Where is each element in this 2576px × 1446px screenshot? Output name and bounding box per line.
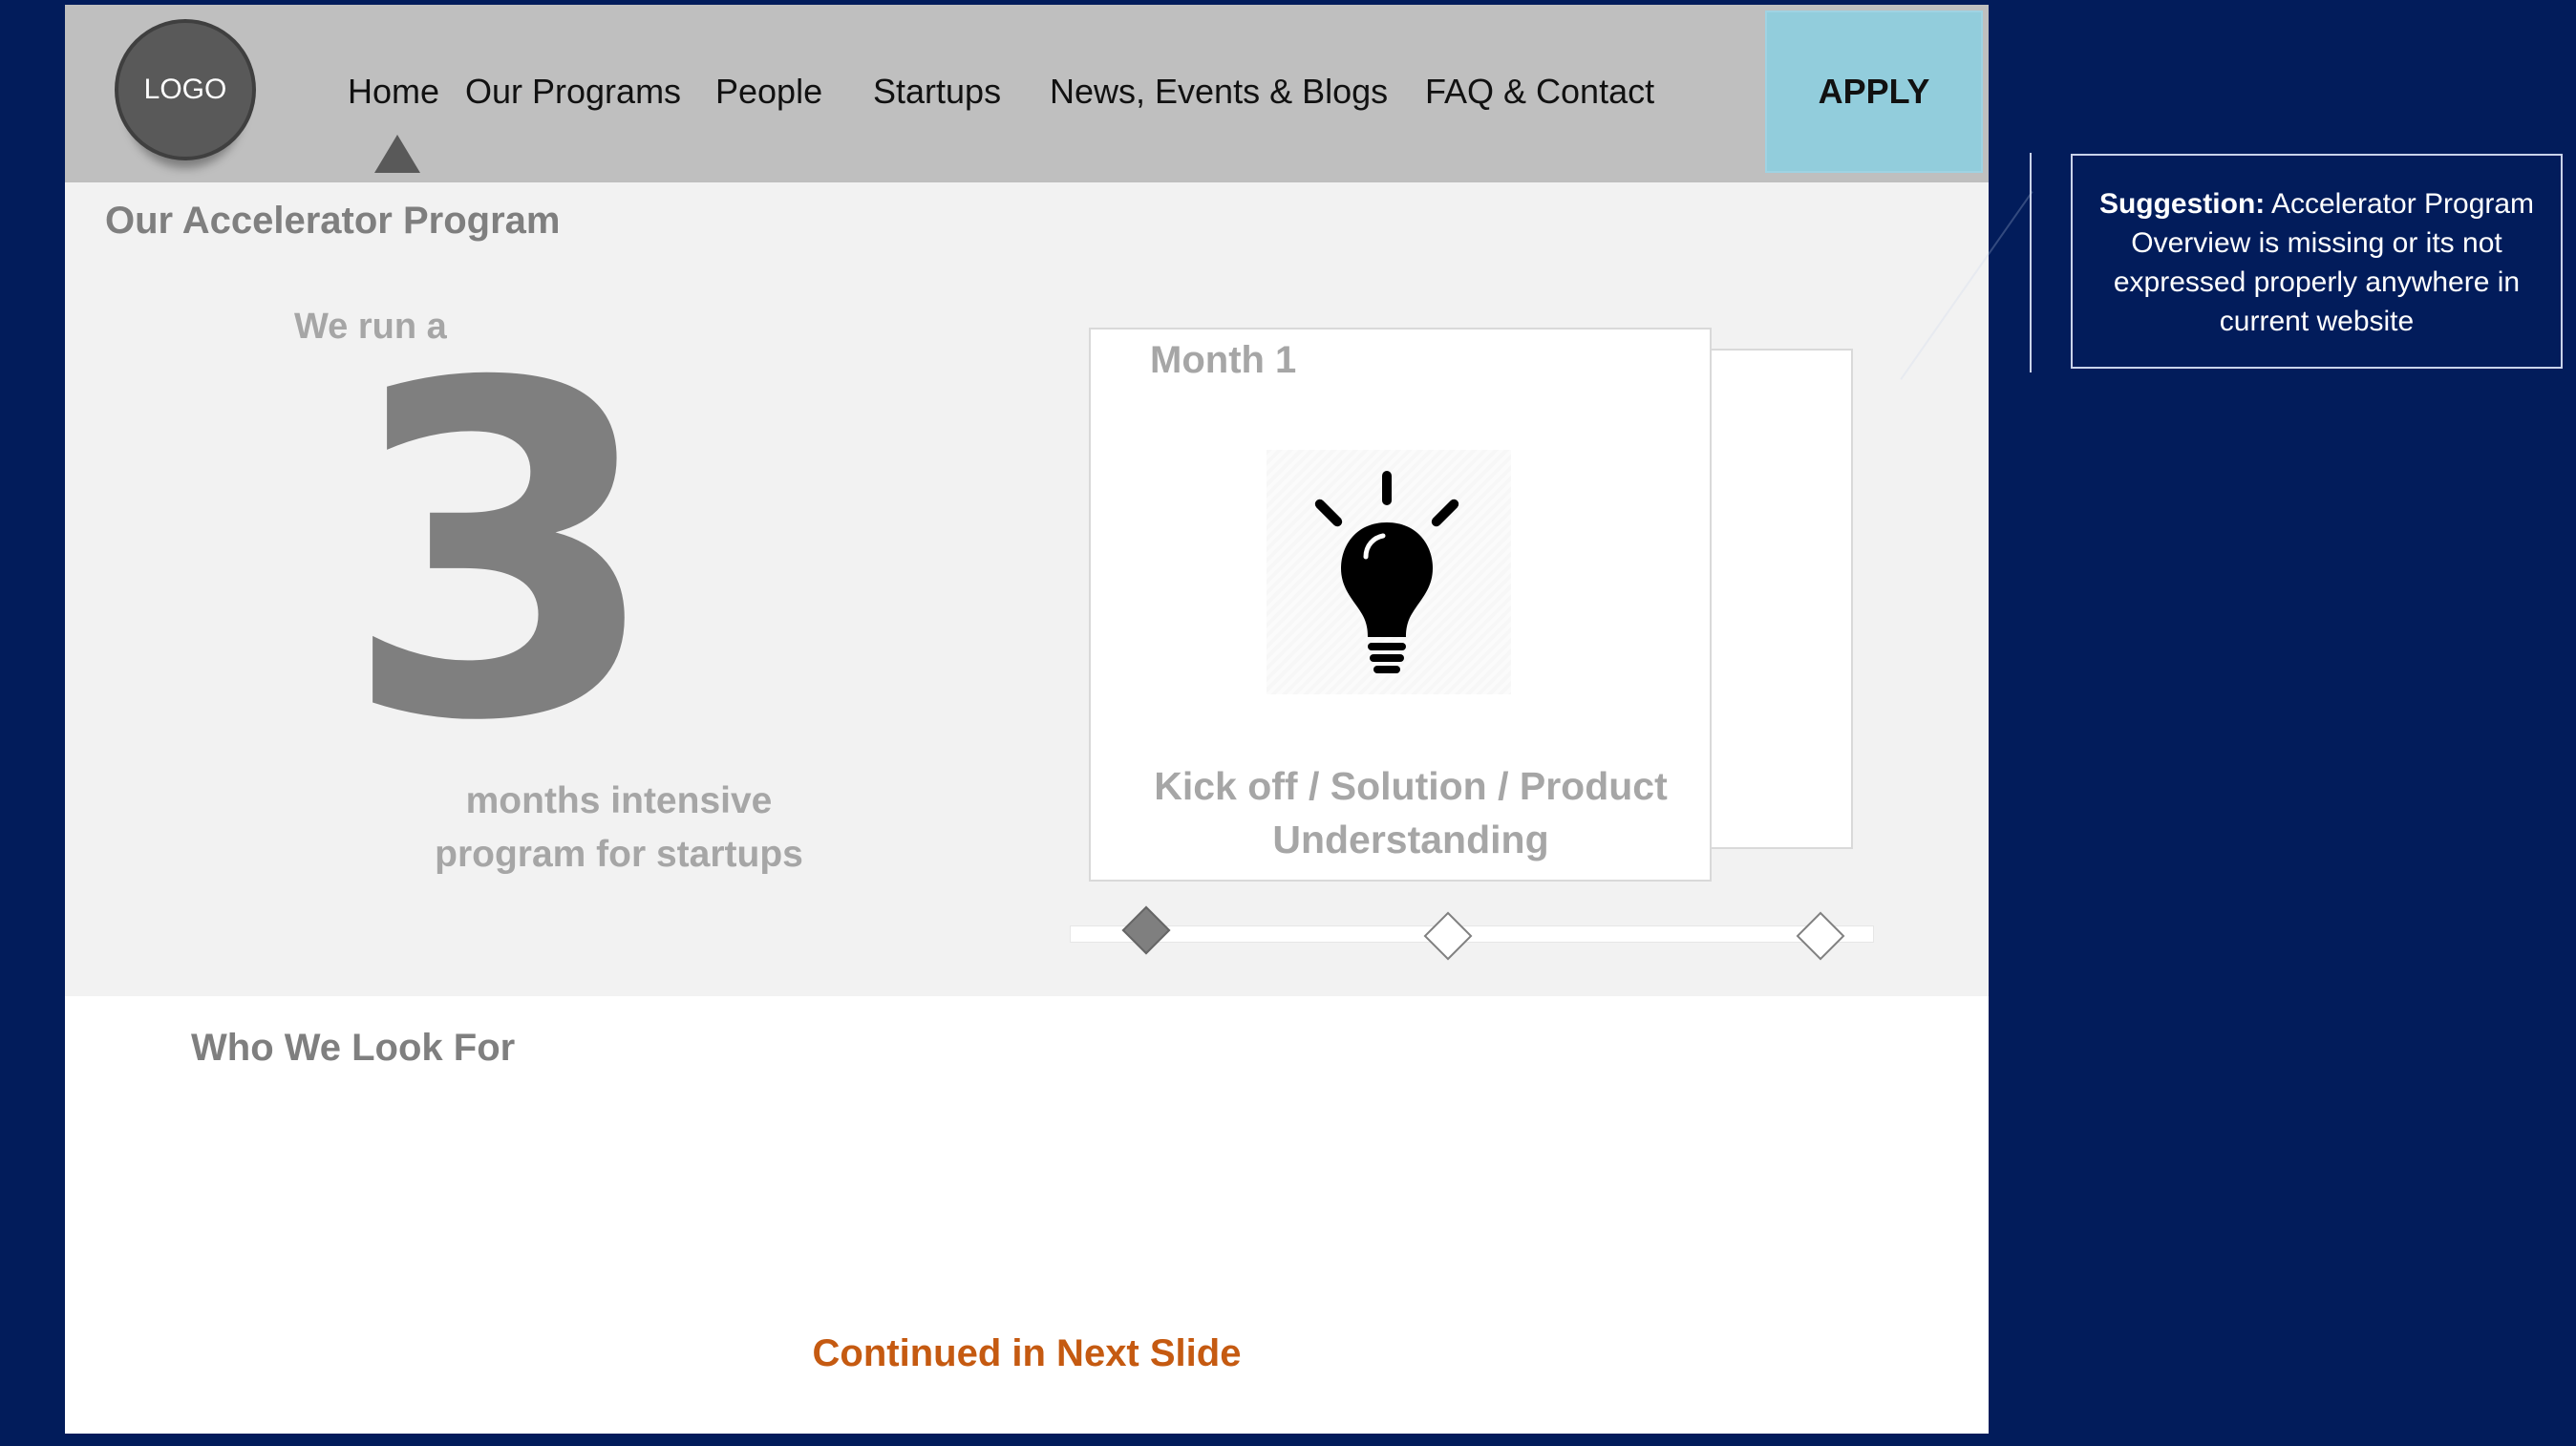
website-mockup: LOGO Home Our Programs People Startups N…	[65, 5, 1989, 1434]
month-card[interactable]: Month 1 Kick off / Solution / Product Un…	[1089, 328, 1712, 882]
card-month-title: Month 1	[1150, 339, 1297, 381]
nav-our-programs[interactable]: Our Programs	[465, 72, 681, 112]
months-number: 3	[342, 287, 661, 821]
card-caption-line-2: Understanding	[1272, 818, 1549, 861]
continued-note: Continued in Next Slide	[812, 1332, 1242, 1374]
logo[interactable]: LOGO	[115, 19, 256, 160]
card-caption: Kick off / Solution / Product Understand…	[1091, 759, 1731, 866]
nav-startups[interactable]: Startups	[873, 72, 1001, 112]
suggestion-label: Suggestion:	[2098, 188, 2266, 220]
apply-button[interactable]: APPLY	[1765, 11, 1983, 173]
accelerator-program-section: Our Accelerator Program We run a 3 month…	[65, 182, 1989, 996]
nav-home[interactable]: Home	[348, 72, 439, 112]
months-description: months intensive program for startups	[390, 775, 848, 882]
timeline-step-3[interactable]	[1796, 911, 1845, 961]
nav-faq-contact[interactable]: FAQ & Contact	[1425, 72, 1654, 112]
timeline-step-1[interactable]	[1121, 905, 1171, 955]
nav-people[interactable]: People	[715, 72, 822, 112]
active-nav-indicator	[374, 135, 420, 173]
timeline-step-2[interactable]	[1423, 911, 1473, 961]
months-line-2: program for startups	[435, 834, 803, 875]
card-caption-line-1: Kick off / Solution / Product	[1154, 764, 1668, 808]
who-we-look-for-title: Who We Look For	[191, 1027, 516, 1069]
months-line-1: months intensive	[465, 780, 773, 821]
timeline-track	[1070, 925, 1874, 943]
site-header: LOGO Home Our Programs People Startups N…	[65, 5, 1989, 182]
annotation-connector	[2030, 153, 2032, 372]
card-stack-middle	[1710, 349, 1853, 849]
lightbulb-icon	[1267, 450, 1511, 694]
nav-news-events-blogs[interactable]: News, Events & Blogs	[1050, 72, 1388, 112]
suggestion-callout: Suggestion: Accelerator Program Overview…	[2071, 154, 2563, 369]
section-title: Our Accelerator Program	[105, 200, 561, 242]
